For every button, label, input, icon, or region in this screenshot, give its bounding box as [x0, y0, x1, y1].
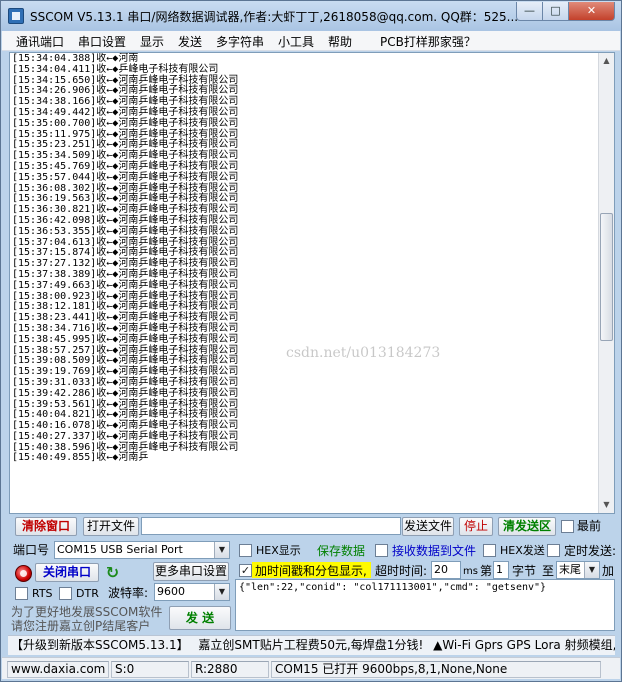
send-button[interactable]: 发 送 — [169, 606, 231, 630]
scroll-thumb[interactable] — [600, 213, 613, 341]
recv-to-file-label: 接收数据到文件 — [392, 544, 477, 558]
receive-log: [15:34:04.388]收←◆河南 [15:34:04.411]收←◆乒峰电子… — [12, 53, 598, 464]
window-title: SSCOM V5.13.1 串口/网络数据调试器,作者:大虾丁丁,2618058… — [30, 10, 519, 24]
more-settings-button[interactable]: 更多串口设置 — [153, 562, 229, 581]
add-label: 加 — [602, 564, 615, 578]
receive-line: [15:39:42.286]收←◆河南乒峰电子科技有限公司 — [12, 387, 239, 399]
watermark: csdn.net/u013184273 — [286, 345, 441, 361]
port-label: 端口号 — [13, 543, 50, 557]
timed-send-checkbox[interactable] — [547, 544, 560, 557]
receive-line: [15:40:49.855]收←◆河南乒 — [12, 452, 149, 464]
receive-area[interactable]: [15:34:04.388]收←◆河南 [15:34:04.411]收←◆乒峰电子… — [9, 52, 615, 514]
baud-select[interactable]: 9600 ▼ — [154, 583, 230, 601]
minimize-button[interactable]: — — [516, 2, 543, 21]
close-button[interactable]: ✕ — [568, 2, 615, 21]
tail-select-value: 末尾 — [559, 563, 581, 576]
close-port-button[interactable]: 关闭串口 — [35, 563, 99, 582]
menu-bar: 通讯端口 串口设置 显示 发送 多字符串 小工具 帮助 PCB打样那家强？ — [2, 31, 620, 51]
byte-index-input[interactable]: 1 — [493, 561, 509, 579]
to-label: 至 — [542, 564, 555, 578]
port-status-led-icon — [15, 565, 32, 582]
ms-label: ms — [463, 566, 478, 577]
hex-send-label: HEX发送 — [500, 544, 545, 557]
refresh-icon[interactable]: ↻ — [104, 564, 121, 581]
hex-display-label: HEX显示 — [256, 544, 301, 557]
hex-send-checkbox[interactable] — [483, 544, 496, 557]
open-file-button[interactable]: 打开文件 — [83, 517, 139, 536]
timeout-input[interactable]: 20 — [431, 561, 461, 579]
menu-item-display[interactable]: 显示 — [140, 33, 164, 50]
scroll-down-icon[interactable]: ▼ — [599, 497, 614, 513]
baud-select-value: 9600 — [157, 585, 185, 598]
menu-item-multi-string[interactable]: 多字符串 — [216, 33, 264, 50]
chevron-down-icon[interactable]: ▼ — [214, 542, 229, 558]
rts-label: RTS — [32, 587, 53, 600]
rts-checkbox[interactable] — [15, 587, 28, 600]
receive-line: [15:37:49.663]收←◆河南乒峰电子科技有限公司 — [12, 279, 239, 291]
receive-line: [15:38:45.995]收←◆河南乒峰电子科技有限公司 — [12, 333, 239, 345]
receive-line: [15:35:57.044]收←◆河南乒峰电子科技有限公司 — [12, 171, 239, 183]
nth-label: 第 — [480, 564, 493, 578]
port-select[interactable]: COM15 USB Serial Port ▼ — [54, 541, 230, 559]
timeout-label: 超时时间: — [375, 564, 428, 578]
tail-select[interactable]: 末尾 ▼ — [556, 561, 600, 579]
upgrade-link[interactable]: 【升级到新版本SSCOM5.13.1】 — [11, 638, 189, 652]
clear-send-button[interactable]: 清发送区 — [498, 517, 556, 536]
topmost-checkbox[interactable] — [561, 520, 574, 533]
status-website[interactable]: www.daxia.com — [7, 661, 109, 678]
topmost-label: 最前 — [577, 519, 602, 533]
receive-line: [15:36:53.355]收←◆河南乒峰电子科技有限公司 — [12, 225, 239, 237]
receive-line: [15:35:00.700]收←◆河南乒峰电子科技有限公司 — [12, 117, 239, 129]
menu-item-tools[interactable]: 小工具 — [278, 33, 314, 50]
chevron-down-icon[interactable]: ▼ — [584, 562, 599, 578]
timestamp-label: 加时间戳和分包显示, — [255, 564, 367, 578]
recv-to-file-checkbox[interactable] — [375, 544, 388, 557]
ad-text-1[interactable]: 嘉立创SMT贴片工程费50元,每焊盘1分钱! — [198, 638, 423, 652]
status-sent-count: S:0 — [111, 661, 189, 678]
status-bar: www.daxia.com S:0 R:2880 COM15 已打开 9600b… — [2, 657, 620, 679]
promo-line2: 请您注册嘉立创P结尾客户 — [11, 619, 151, 633]
hex-display-checkbox[interactable] — [239, 544, 252, 557]
app-window: SSCOM V5.13.1 串口/网络数据调试器,作者:大虾丁丁,2618058… — [0, 0, 622, 682]
menu-item-port[interactable]: 通讯端口 — [16, 33, 64, 50]
title-bar[interactable]: SSCOM V5.13.1 串口/网络数据调试器,作者:大虾丁丁,2618058… — [1, 1, 621, 31]
timestamp-checkbox[interactable]: ✓ — [239, 564, 252, 577]
baud-label: 波特率: — [108, 586, 149, 600]
send-input[interactable]: {"len":22,"conid": "col171113001","cmd":… — [235, 579, 615, 631]
receive-line: [15:34:04.411]收←◆乒峰电子科技有限公司 — [12, 63, 219, 75]
status-port-state: COM15 已打开 9600bps,8,1,None,None — [271, 661, 601, 678]
file-path-input[interactable] — [141, 517, 401, 535]
dtr-label: DTR — [76, 587, 99, 600]
dtr-checkbox[interactable] — [59, 587, 72, 600]
save-data-button[interactable]: 保存数据 — [317, 543, 365, 559]
send-file-button[interactable]: 发送文件 — [402, 517, 454, 536]
menu-item-serial-settings[interactable]: 串口设置 — [78, 33, 126, 50]
port-select-value: COM15 USB Serial Port — [57, 543, 183, 556]
ad-text-2[interactable]: ▲Wi-Fi Gprs GPS Lora 射频模组, — [433, 638, 615, 652]
timed-send-label: 定时发送: — [564, 544, 617, 558]
clear-window-button[interactable]: 清除窗口 — [15, 517, 77, 536]
receive-scrollbar[interactable]: ▲ ▼ — [598, 53, 614, 513]
stop-button[interactable]: 停止 — [459, 517, 493, 536]
maximize-button[interactable]: □ — [542, 2, 569, 21]
byte-label: 字节 — [512, 564, 537, 578]
app-icon — [8, 8, 24, 24]
menu-item-send[interactable]: 发送 — [178, 33, 202, 50]
menu-item-help[interactable]: 帮助 — [328, 33, 352, 50]
scroll-up-icon[interactable]: ▲ — [599, 53, 614, 69]
menu-item-pcb-ad[interactable]: PCB打样那家强？ — [380, 33, 476, 50]
ad-banner[interactable]: 【升级到新版本SSCOM5.13.1】 嘉立创SMT贴片工程费50元,每焊盘1分… — [8, 635, 615, 655]
status-received-count: R:2880 — [191, 661, 269, 678]
chevron-down-icon[interactable]: ▼ — [214, 584, 229, 600]
